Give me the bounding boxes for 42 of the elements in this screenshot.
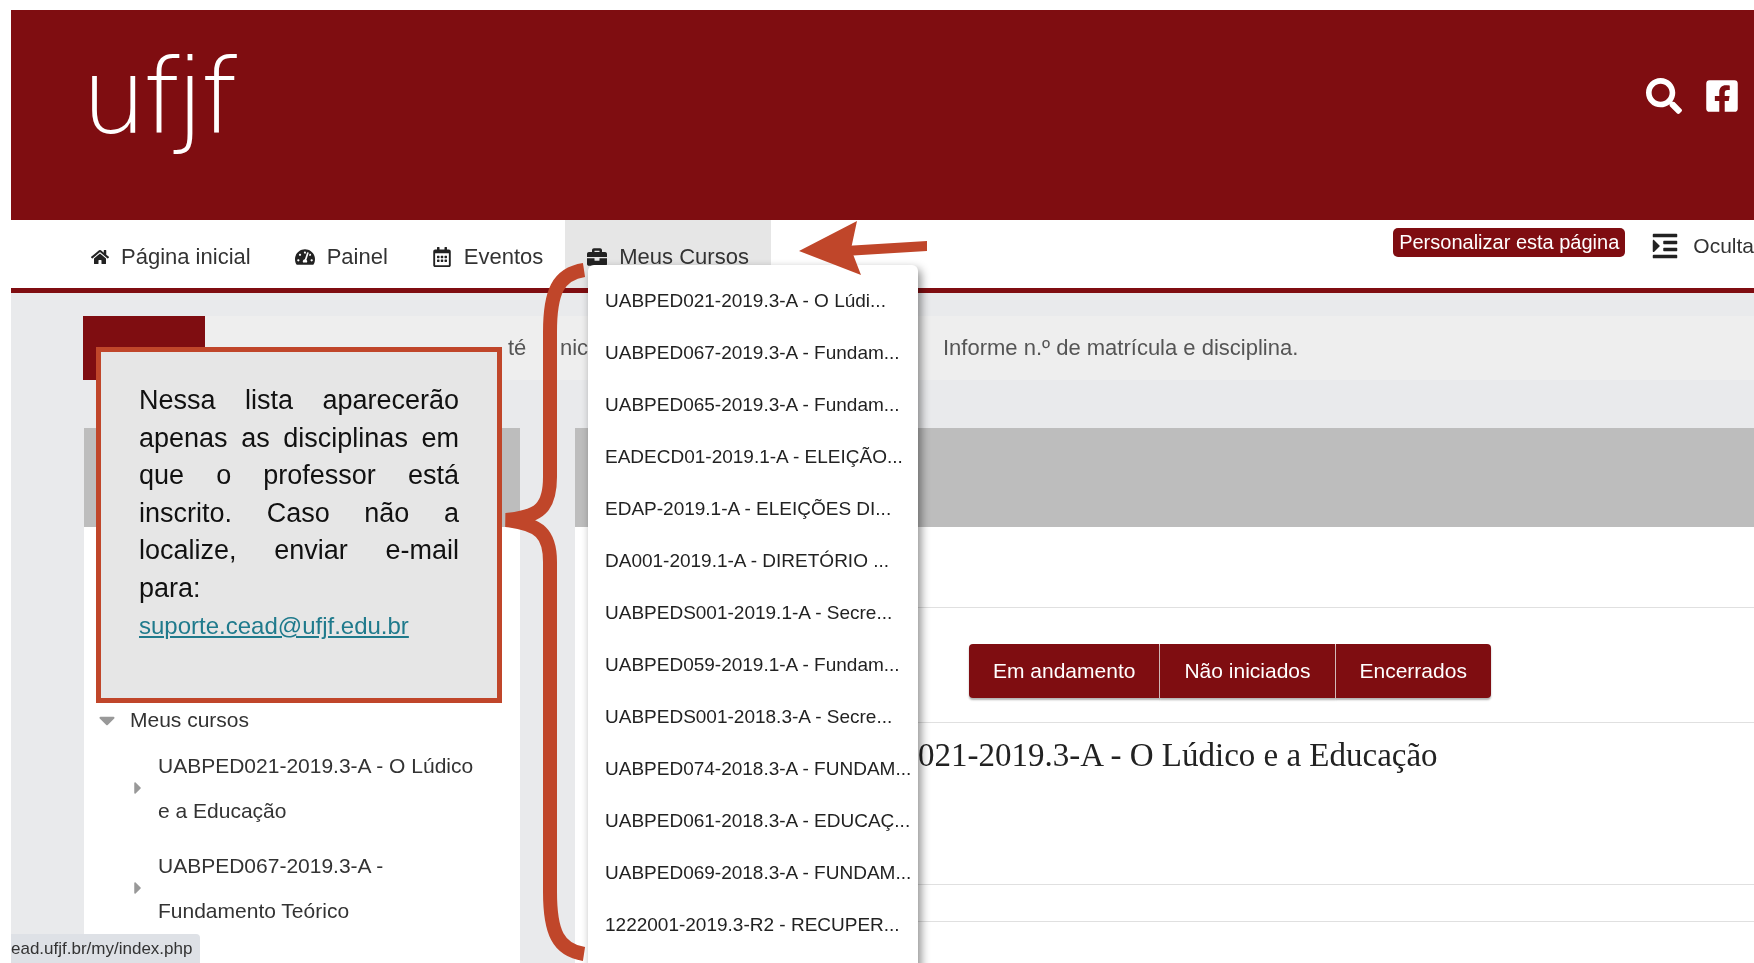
- tree-item[interactable]: Meus cursos: [130, 708, 250, 732]
- dropdown-item[interactable]: UABPED074-2018.3-A - FUNDAM...: [588, 743, 918, 795]
- filter-button[interactable]: Encerrados: [1335, 644, 1491, 698]
- indent-icon: [1651, 232, 1680, 260]
- callout-text: Nessa lista aparecerão apenas as disciplinas em que o professor está inscrito. Caso não a localize, enviar e-mail para: suporte.cead@ufjf.edu.br: [139, 384, 459, 641]
- notice-text: Informe n.º de matrícula e disciplina.: [943, 335, 1299, 361]
- home-icon: [91, 248, 109, 266]
- site-logo[interactable]: ufjf: [81, 40, 234, 155]
- filter-button[interactable]: Em andamento: [969, 644, 1161, 698]
- customize-page-button[interactable]: Personalizar esta página: [1393, 228, 1626, 257]
- nav-item[interactable]: Painel: [272, 220, 410, 288]
- notice-text: té: [508, 335, 527, 361]
- email-link[interactable]: suporte.cead@ufjf.edu.br: [139, 612, 409, 639]
- dropdown-item[interactable]: EDAP-2019.1-A - ELEIÇÕES DI...: [588, 483, 918, 535]
- calendar-icon: [431, 247, 452, 267]
- dropdown-item[interactable]: DA001-2019.1-A - DIRETÓRIO ...: [588, 535, 918, 587]
- tree-item[interactable]: UABPED021-2019.3-A - O Lúdico e a Educação: [158, 743, 474, 833]
- facebook-icon[interactable]: [1704, 78, 1740, 114]
- tree-item[interactable]: UABPED067-2019.3-A - Fundamento Teórico: [158, 843, 384, 933]
- dropdown-item[interactable]: UABPEDS001-2019.1-A - Secre...: [588, 587, 918, 639]
- tree-item-text: UABPED067-2019.3-A -: [158, 853, 384, 879]
- dropdown-item[interactable]: UABPED067-2019.3-A - Fundam...: [588, 327, 918, 379]
- tree-item-text: e a Educação: [158, 798, 288, 824]
- tree-item-text: Fundamento Teórico: [158, 898, 351, 924]
- notice-text: nic: [560, 335, 589, 361]
- dropdown-item[interactable]: UABPEDS001-2018.3-A - Secre...: [588, 691, 918, 743]
- dropdown-item[interactable]: EADECD01-2019.1-A - ELEIÇÃO...: [588, 431, 918, 483]
- dashboard-icon: [294, 247, 315, 267]
- dropdown-item[interactable]: UABPED059-2019.1-A - Fundam...: [588, 639, 918, 691]
- course-title[interactable]: 021-2019.3-A - O Lúdico e a Educação: [918, 737, 1438, 774]
- briefcase-icon: [587, 247, 608, 267]
- hide-blocks-link[interactable]: Oculta: [1651, 228, 1754, 260]
- tree-item-text: UABPED021-2019.3-A - O Lúdico: [158, 753, 474, 779]
- nav-item[interactable]: Página inicial: [69, 220, 273, 288]
- dropdown-item[interactable]: UABPED065-2019.3-A - Fundam...: [588, 379, 918, 431]
- dropdown-item[interactable]: UABPED069-2018.3-A - FUNDAM...: [588, 847, 918, 899]
- dropdown-item[interactable]: 1222001-2019.3-R2 - RECUPER...: [588, 899, 918, 951]
- status-bar-url: ead.ufjf.br/my/index.php: [11, 934, 201, 963]
- dropdown-item[interactable]: UABPED061-2018.3-A - EDUCAÇ...: [588, 795, 918, 847]
- filter-button[interactable]: Não iniciados: [1160, 644, 1336, 698]
- nav-item[interactable]: Eventos: [409, 220, 566, 288]
- search-icon[interactable]: [1646, 78, 1682, 114]
